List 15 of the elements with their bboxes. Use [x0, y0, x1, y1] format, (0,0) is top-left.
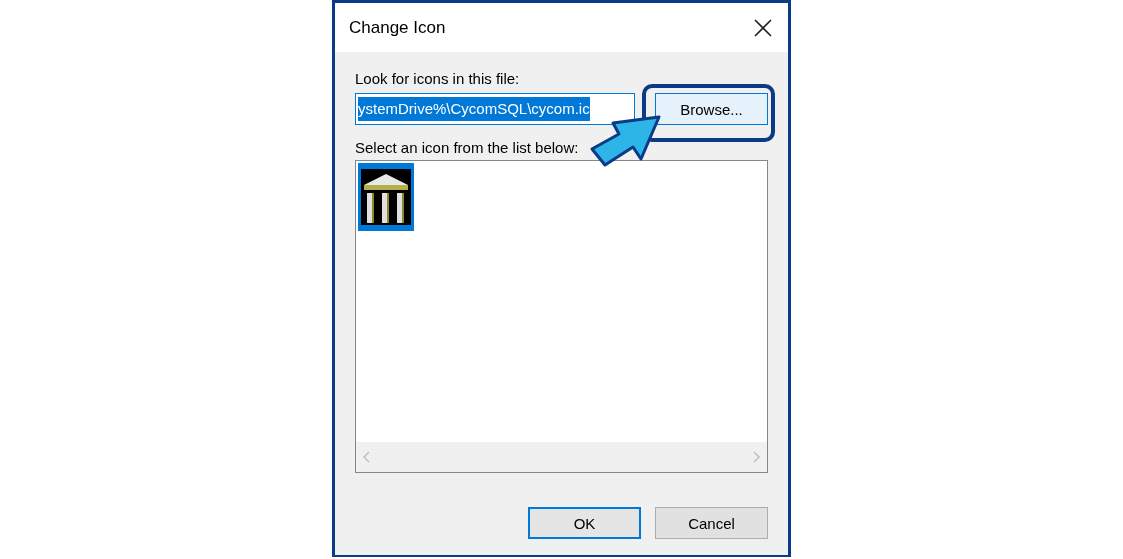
scroll-left-icon	[362, 451, 370, 463]
file-path-field[interactable]: ystemDrive%\CycomSQL\cycom.ic	[355, 93, 635, 125]
window-title: Change Icon	[349, 17, 446, 38]
ok-button[interactable]: OK	[528, 507, 641, 539]
temple-icon	[361, 169, 411, 225]
close-icon	[752, 16, 774, 39]
file-label: Look for icons in this file:	[355, 70, 520, 87]
browse-button[interactable]: Browse...	[655, 93, 768, 125]
icon-list[interactable]	[355, 160, 768, 473]
icon-list-label: Select an icon from the list below:	[355, 139, 579, 156]
close-button[interactable]	[752, 16, 774, 39]
horizontal-scrollbar[interactable]	[356, 442, 767, 472]
scroll-right-icon	[753, 451, 761, 463]
icon-item[interactable]	[358, 163, 414, 231]
cancel-button[interactable]: Cancel	[655, 507, 768, 539]
